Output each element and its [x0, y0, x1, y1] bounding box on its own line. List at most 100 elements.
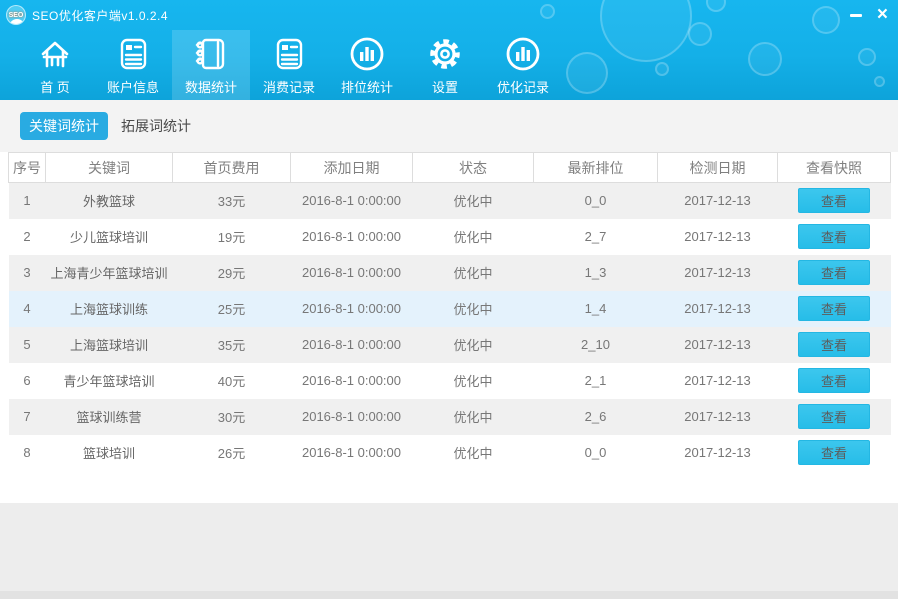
main-navigation: 首 页 账户信息 数据统计: [0, 30, 898, 100]
tab-expanded-word-stats[interactable]: 拓展词统计: [112, 112, 200, 140]
home-icon: [35, 34, 75, 74]
cell-snapshot: 查看: [778, 219, 891, 255]
view-snapshot-button[interactable]: 查看: [798, 188, 870, 213]
cell-no: 7: [9, 399, 46, 435]
cell-cost: 29元: [173, 255, 291, 291]
footer-area: [0, 503, 898, 591]
app-header: SEO SEO优化客户端v1.0.2.4 × 首 页 账户信息: [0, 0, 898, 100]
nav-item-settings[interactable]: 设置: [406, 30, 484, 100]
cell-rank: 2_6: [534, 399, 658, 435]
view-snapshot-button[interactable]: 查看: [798, 368, 870, 393]
cell-no: 6: [9, 363, 46, 399]
cell-cost: 19元: [173, 219, 291, 255]
cell-keyword: 青少年篮球培训: [46, 363, 173, 399]
nav-item-optimize-records[interactable]: 优化记录: [484, 30, 562, 100]
table-row[interactable]: 7 篮球训练营 30元 2016-8-1 0:00:00 优化中 2_6 201…: [9, 399, 891, 435]
cell-checked: 2017-12-13: [658, 363, 778, 399]
header-added: 添加日期: [291, 153, 413, 183]
cell-rank: 0_0: [534, 183, 658, 219]
nav-item-label: 优化记录: [497, 77, 549, 96]
cell-snapshot: 查看: [778, 327, 891, 363]
cell-added: 2016-8-1 0:00:00: [291, 255, 413, 291]
nav-item-label: 排位统计: [341, 77, 393, 96]
nav-item-label: 数据统计: [185, 77, 237, 96]
cell-no: 4: [9, 291, 46, 327]
keyword-table-panel: 序号 关键词 首页费用 添加日期 状态 最新排位 检测日期 查看快照 1 外教篮…: [0, 152, 898, 503]
header-no: 序号: [9, 153, 46, 183]
cell-status: 优化中: [413, 327, 534, 363]
nav-item-label: 设置: [432, 77, 458, 96]
cell-keyword: 上海篮球训练: [46, 291, 173, 327]
cell-checked: 2017-12-13: [658, 435, 778, 471]
nav-item-data-stats[interactable]: 数据统计: [172, 30, 250, 100]
cell-no: 8: [9, 435, 46, 471]
minimize-button[interactable]: [849, 8, 863, 22]
cell-status: 优化中: [413, 255, 534, 291]
cell-rank: 1_3: [534, 255, 658, 291]
nav-item-consume-records[interactable]: 消费记录: [250, 30, 328, 100]
nav-item-home[interactable]: 首 页: [16, 30, 94, 100]
cell-checked: 2017-12-13: [658, 399, 778, 435]
cell-added: 2016-8-1 0:00:00: [291, 219, 413, 255]
cell-no: 5: [9, 327, 46, 363]
nav-item-account-info[interactable]: 账户信息: [94, 30, 172, 100]
data-stats-icon: [191, 34, 231, 74]
cell-snapshot: 查看: [778, 291, 891, 327]
cell-status: 优化中: [413, 435, 534, 471]
cell-status: 优化中: [413, 291, 534, 327]
cell-snapshot: 查看: [778, 399, 891, 435]
table-row[interactable]: 1 外教篮球 33元 2016-8-1 0:00:00 优化中 0_0 2017…: [9, 183, 891, 219]
cell-keyword: 上海篮球培训: [46, 327, 173, 363]
cell-rank: 0_0: [534, 435, 658, 471]
cell-checked: 2017-12-13: [658, 255, 778, 291]
header-snapshot: 查看快照: [778, 153, 891, 183]
cell-added: 2016-8-1 0:00:00: [291, 183, 413, 219]
view-snapshot-button[interactable]: 查看: [798, 260, 870, 285]
table-body: 1 外教篮球 33元 2016-8-1 0:00:00 优化中 0_0 2017…: [9, 183, 891, 471]
cell-keyword: 外教篮球: [46, 183, 173, 219]
cell-no: 1: [9, 183, 46, 219]
app-window: SEO SEO优化客户端v1.0.2.4 × 首 页 账户信息: [0, 0, 898, 599]
header-rank: 最新排位: [534, 153, 658, 183]
cell-added: 2016-8-1 0:00:00: [291, 399, 413, 435]
cell-snapshot: 查看: [778, 255, 891, 291]
table-row[interactable]: 8 篮球培训 26元 2016-8-1 0:00:00 优化中 0_0 2017…: [9, 435, 891, 471]
bottom-strip: [0, 591, 898, 599]
tab-keyword-stats[interactable]: 关键词统计: [20, 112, 108, 140]
header-checked: 检测日期: [658, 153, 778, 183]
cell-keyword: 少儿篮球培训: [46, 219, 173, 255]
view-snapshot-button[interactable]: 查看: [798, 440, 870, 465]
table-row[interactable]: 2 少儿篮球培训 19元 2016-8-1 0:00:00 优化中 2_7 20…: [9, 219, 891, 255]
account-info-icon: [113, 34, 153, 74]
cell-added: 2016-8-1 0:00:00: [291, 435, 413, 471]
view-snapshot-button[interactable]: 查看: [798, 404, 870, 429]
cell-no: 3: [9, 255, 46, 291]
cell-added: 2016-8-1 0:00:00: [291, 327, 413, 363]
ranking-stats-icon: [347, 34, 387, 74]
table-row[interactable]: 4 上海篮球训练 25元 2016-8-1 0:00:00 优化中 1_4 20…: [9, 291, 891, 327]
cell-rank: 2_7: [534, 219, 658, 255]
nav-item-ranking-stats[interactable]: 排位统计: [328, 30, 406, 100]
view-snapshot-button[interactable]: 查看: [798, 332, 870, 357]
cell-keyword: 篮球培训: [46, 435, 173, 471]
table-row[interactable]: 3 上海青少年篮球培训 29元 2016-8-1 0:00:00 优化中 1_3…: [9, 255, 891, 291]
table-header-row: 序号 关键词 首页费用 添加日期 状态 最新排位 检测日期 查看快照: [9, 153, 891, 183]
cell-added: 2016-8-1 0:00:00: [291, 291, 413, 327]
cell-snapshot: 查看: [778, 183, 891, 219]
cell-rank: 2_1: [534, 363, 658, 399]
table-row[interactable]: 5 上海篮球培训 35元 2016-8-1 0:00:00 优化中 2_10 2…: [9, 327, 891, 363]
cell-checked: 2017-12-13: [658, 183, 778, 219]
cell-keyword: 上海青少年篮球培训: [46, 255, 173, 291]
settings-gear-icon: [425, 34, 465, 74]
optimize-records-icon: [503, 34, 543, 74]
cell-checked: 2017-12-13: [658, 291, 778, 327]
cell-cost: 30元: [173, 399, 291, 435]
header-keyword: 关键词: [46, 153, 173, 183]
app-logo-icon: SEO: [6, 5, 26, 25]
nav-item-label: 消费记录: [263, 77, 315, 96]
close-button[interactable]: ×: [877, 8, 888, 22]
view-snapshot-button[interactable]: 查看: [798, 296, 870, 321]
table-row[interactable]: 6 青少年篮球培训 40元 2016-8-1 0:00:00 优化中 2_1 2…: [9, 363, 891, 399]
view-snapshot-button[interactable]: 查看: [798, 224, 870, 249]
cell-no: 2: [9, 219, 46, 255]
